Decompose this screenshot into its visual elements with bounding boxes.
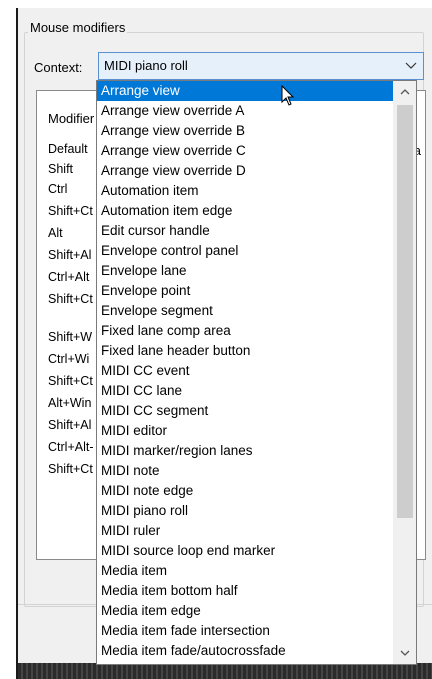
- dropdown-item[interactable]: Envelope point: [97, 281, 394, 301]
- modifier-row[interactable]: Ctrl: [48, 181, 67, 197]
- modifier-row[interactable]: Shift: [48, 161, 73, 177]
- modifier-row[interactable]: Ctrl+Alt-: [48, 439, 94, 455]
- dropdown-item[interactable]: Automation item: [97, 181, 394, 201]
- dropdown-items: Arrange view Arrange view override A Arran…: [97, 81, 394, 664]
- dropdown-item[interactable]: Media item fade/autocrossfade: [97, 641, 394, 661]
- dropdown-item[interactable]: MIDI CC segment: [97, 401, 394, 421]
- modifier-row[interactable]: Shift+Ct: [48, 203, 93, 219]
- dropdown-item[interactable]: MIDI piano roll: [97, 501, 394, 521]
- modifier-row[interactable]: Shift+Ct: [48, 373, 93, 389]
- context-label: Context:: [34, 60, 83, 75]
- dropdown-item[interactable]: MIDI marker/region lanes: [97, 441, 394, 461]
- scroll-thumb[interactable]: [397, 105, 413, 518]
- dropdown-item[interactable]: MIDI note edge: [97, 481, 394, 501]
- dropdown-item[interactable]: MIDI CC lane: [97, 381, 394, 401]
- mouse-pointer-icon: [281, 85, 295, 106]
- dropdown-item[interactable]: MIDI source loop end marker: [97, 541, 394, 561]
- dropdown-item[interactable]: Fixed lane header button: [97, 341, 394, 361]
- chevron-up-icon: [400, 89, 410, 95]
- dropdown-item[interactable]: Media item bottom half: [97, 581, 394, 601]
- dropdown-item[interactable]: MIDI editor: [97, 421, 394, 441]
- modifier-row[interactable]: Shift+Ct: [48, 461, 93, 477]
- dropdown-item[interactable]: Envelope lane: [97, 261, 394, 281]
- modifier-row[interactable]: Ctrl+Wi: [48, 351, 89, 367]
- dropdown-item[interactable]: Edit cursor handle: [97, 221, 394, 241]
- dropdown-scrollbar[interactable]: [393, 81, 416, 664]
- dropdown-item[interactable]: MIDI ruler: [97, 521, 394, 541]
- dropdown-item[interactable]: Media item: [97, 561, 394, 581]
- dropdown-item[interactable]: MIDI note: [97, 461, 394, 481]
- dropdown-item[interactable]: Fixed lane comp area: [97, 321, 394, 341]
- context-combo[interactable]: MIDI piano roll: [98, 52, 424, 80]
- context-combo-value: MIDI piano roll: [104, 58, 188, 73]
- scroll-down-button[interactable]: [394, 642, 416, 664]
- chevron-down-icon: [405, 62, 417, 69]
- dropdown-item[interactable]: Arrange view override A: [97, 101, 394, 121]
- dropdown-item[interactable]: Media item stretch marker: [97, 661, 394, 664]
- dropdown-item[interactable]: Automation item edge: [97, 201, 394, 221]
- dropdown-item[interactable]: Arrange view override D: [97, 161, 394, 181]
- group-title: Mouse modifiers: [28, 20, 128, 36]
- modifier-row[interactable]: Shift+W: [48, 329, 92, 345]
- dropdown-item[interactable]: Envelope segment: [97, 301, 394, 321]
- modifier-row[interactable]: Alt+Win: [48, 395, 91, 411]
- scroll-up-button[interactable]: [394, 81, 416, 103]
- dropdown-item[interactable]: MIDI CC event: [97, 361, 394, 381]
- modifier-row[interactable]: Alt: [48, 225, 63, 241]
- bottom-strip: [18, 663, 432, 679]
- dropdown-item[interactable]: Media item fade intersection: [97, 621, 394, 641]
- dropdown-item[interactable]: Media item edge: [97, 601, 394, 621]
- modifier-row[interactable]: Ctrl+Alt: [48, 269, 89, 285]
- modifier-column-header: Modifier: [48, 111, 95, 126]
- dropdown-item[interactable]: Arrange view: [97, 81, 394, 101]
- modifier-row[interactable]: Shift+Al: [48, 247, 91, 263]
- context-dropdown-list[interactable]: Arrange view Arrange view override A Arran…: [96, 80, 417, 665]
- modifier-row[interactable]: Shift+Ct: [48, 291, 93, 307]
- dropdown-item[interactable]: Arrange view override C: [97, 141, 394, 161]
- dropdown-item[interactable]: Arrange view override B: [97, 121, 394, 141]
- dropdown-item[interactable]: Envelope control panel: [97, 241, 394, 261]
- chevron-down-icon: [400, 650, 410, 656]
- modifier-row[interactable]: Default: [48, 141, 88, 157]
- modifier-row[interactable]: Shift+Al: [48, 417, 91, 433]
